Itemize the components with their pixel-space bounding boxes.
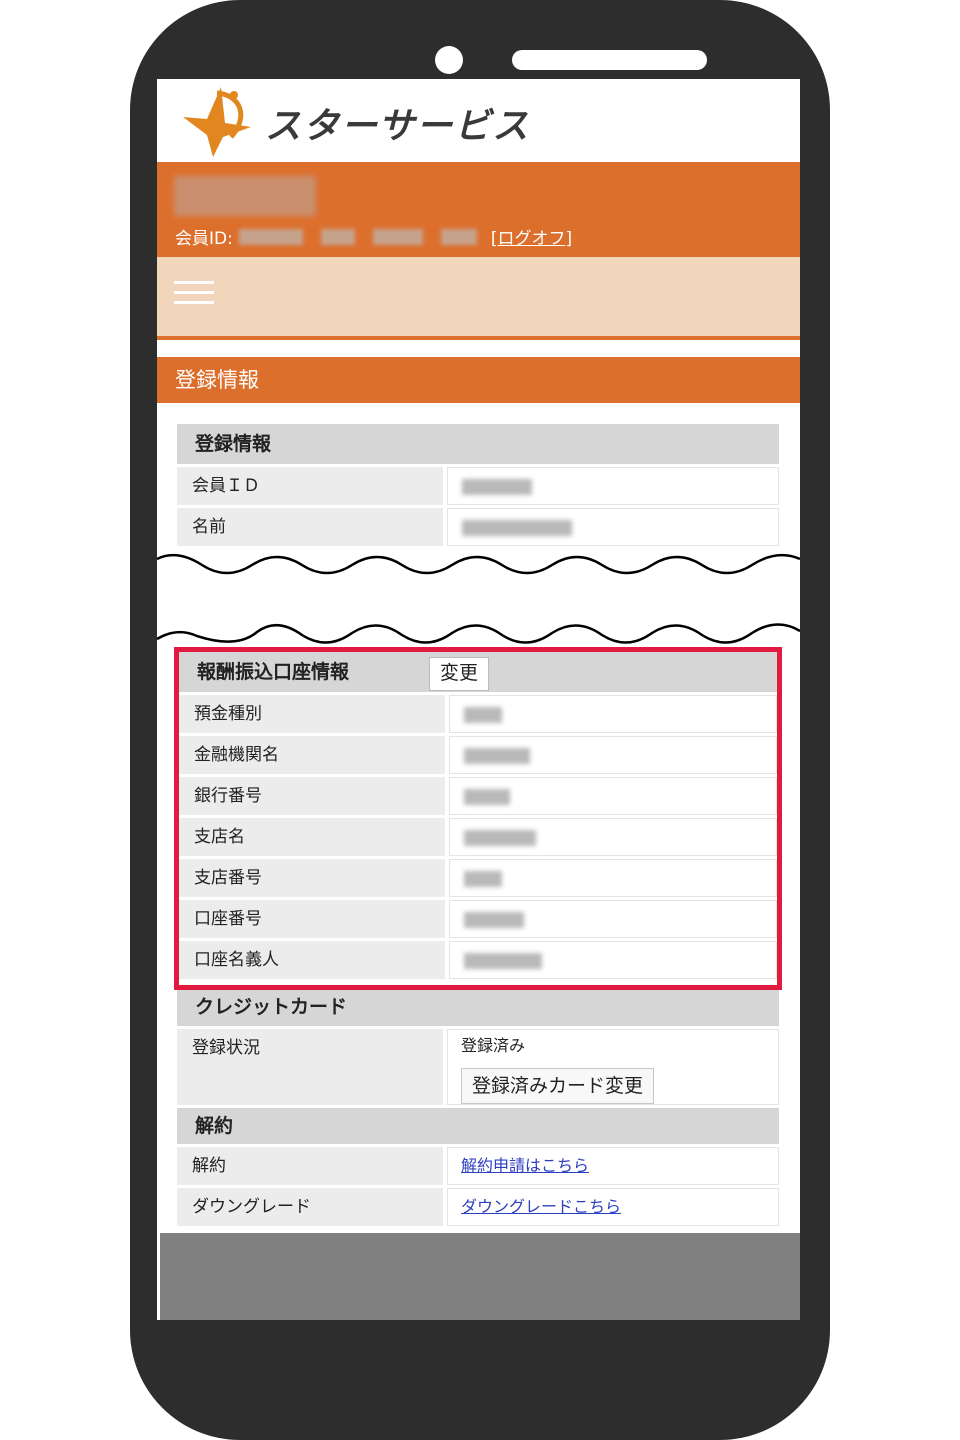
user-name-blurred [174,176,316,216]
cancel-row-label: 解約 [177,1147,443,1185]
registration-header: 登録情報 [177,424,779,464]
speaker-grille [512,50,707,70]
registration-panel: 登録情報 会員ＩＤ 名前 [174,421,782,549]
member-name-blurred [440,228,477,245]
star-logo-icon [183,87,251,157]
credit-status-value: 登録済み 登録済みカード変更 [447,1029,779,1105]
table-row: 解約 解約申請はこちら [177,1147,779,1185]
member-id-value [447,467,779,505]
member-id-line: 会員ID: [ログオフ] [175,224,572,249]
member-name-blurred [372,228,423,245]
highlight-frame [174,647,782,990]
member-name-blurred [320,228,355,245]
member-id-row-label: 会員ＩＤ [177,467,443,505]
omission-wave-divider [157,553,800,644]
logoff-link[interactable]: [ログオフ] [491,224,572,249]
screen: スターサービス 会員ID: [ログオフ] 登録情報 登録情報 会員ＩＤ 名前 報… [157,79,800,1320]
hamburger-menu-icon[interactable] [174,281,214,311]
downgrade-row-label: ダウングレード [177,1188,443,1226]
member-id-label: 会員ID: [175,229,233,249]
credit-cancel-panel: クレジットカード 登録状況 登録済み 登録済みカード変更 解約 解約 解約申請は… [174,990,782,1230]
cancel-request-link[interactable]: 解約申請はこちら [461,1156,589,1175]
menu-bar [157,257,800,340]
section-title: 登録情報 [157,357,800,403]
credit-header: クレジットカード [177,990,779,1026]
downgrade-link-cell: ダウングレードこちら [447,1188,779,1226]
cancel-link-cell: 解約申請はこちら [447,1147,779,1185]
table-row: ダウングレード ダウングレードこちら [177,1188,779,1226]
logo-bar: スターサービス [157,79,800,162]
user-header: 会員ID: [ログオフ] [157,162,800,257]
table-row: 登録状況 登録済み 登録済みカード変更 [177,1029,779,1105]
change-card-button[interactable]: 登録済みカード変更 [461,1068,655,1104]
camera-icon [435,46,463,74]
table-row: 会員ＩＤ [177,467,779,505]
credit-status-text: 登録済み [461,1036,526,1055]
member-id-blurred [238,228,303,245]
cancel-header: 解約 [177,1108,779,1144]
downgrade-link[interactable]: ダウングレードこちら [461,1197,621,1216]
credit-status-label: 登録状況 [177,1029,443,1105]
logo-text: スターサービス [265,106,531,147]
bottom-gray-area [160,1233,800,1320]
